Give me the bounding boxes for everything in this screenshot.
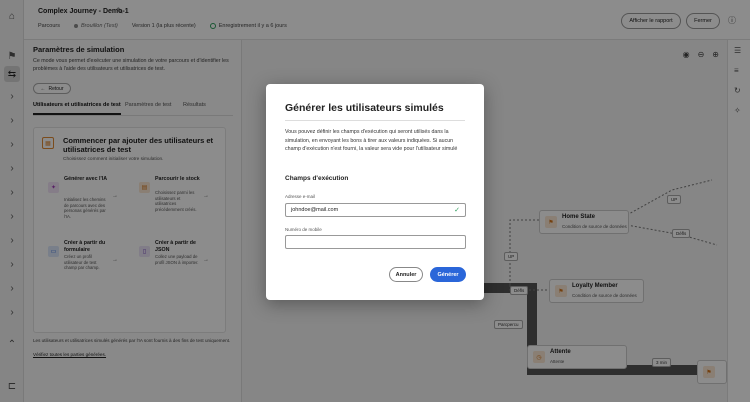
- dialog-title: Générer les utilisateurs simulés: [285, 102, 444, 114]
- section-heading: Champs d'exécution: [285, 175, 349, 182]
- phone-label: Numéro de mobile: [285, 227, 322, 232]
- email-label: Adresse e-mail: [285, 194, 316, 199]
- phone-field[interactable]: [285, 235, 466, 249]
- dialog-description: Vous pouvez définir les champs d'exécuti…: [285, 129, 458, 152]
- email-value: johndoe@mail.com: [291, 207, 339, 213]
- generate-button[interactable]: Générer: [430, 267, 466, 282]
- divider: [285, 120, 465, 121]
- email-field[interactable]: johndoe@mail.com ✓: [285, 203, 466, 217]
- cancel-button[interactable]: Annuler: [389, 267, 423, 282]
- check-icon: ✓: [454, 207, 460, 214]
- generate-users-dialog: Générer les utilisateurs simulés Vous po…: [266, 84, 484, 300]
